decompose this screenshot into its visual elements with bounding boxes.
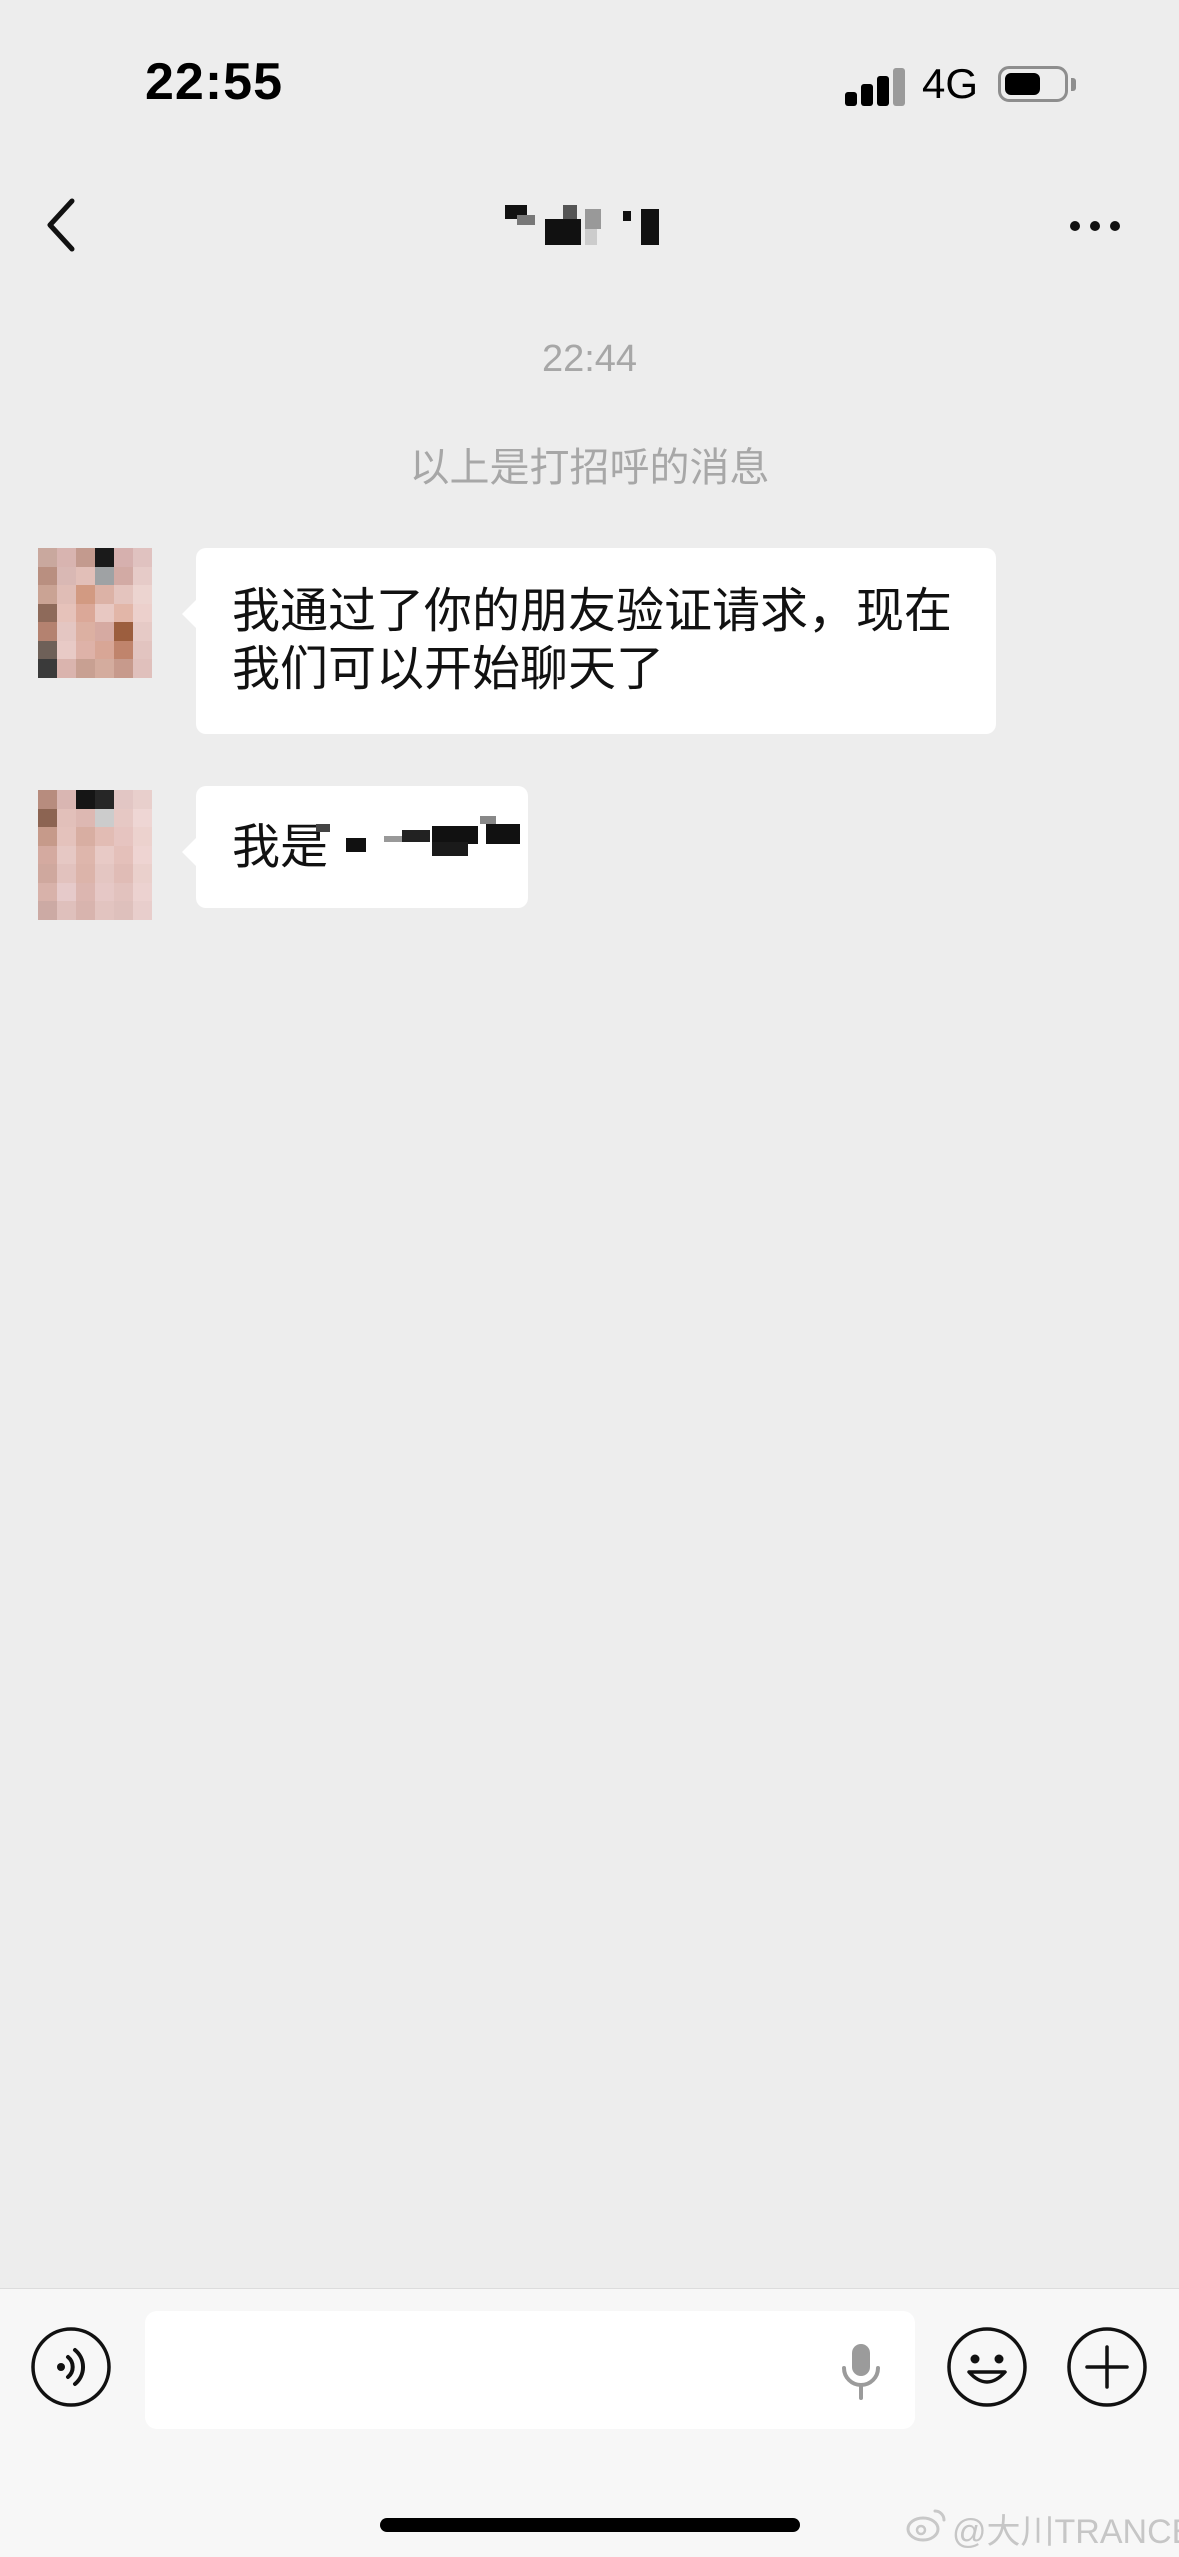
system-note: 以上是打招呼的消息 [409, 445, 770, 491]
network-type: 4G [922, 60, 979, 107]
message-bubble[interactable]: 我是 [182, 786, 528, 908]
voice-mode-icon[interactable] [30, 2326, 112, 2408]
message-text: 我通过了你的朋友验证请求，现在我们可以开始聊天了 [232, 583, 953, 697]
signal-strength-icon [845, 68, 905, 106]
home-indicator[interactable] [380, 2518, 800, 2532]
message-text: 我是 [232, 819, 329, 875]
weibo-logo-icon [906, 2509, 946, 2542]
status-time: 22:55 [145, 53, 283, 111]
message-timestamp: 22:44 [541, 338, 638, 380]
battery-icon [998, 66, 1068, 102]
emoji-icon[interactable] [946, 2326, 1028, 2408]
message-input[interactable] [145, 2311, 915, 2429]
more-options-icon[interactable] [1060, 208, 1130, 244]
chat-title-redacted [505, 205, 665, 245]
watermark-text: @大川TRANCE [952, 2513, 1179, 2551]
battery-tip [1071, 78, 1076, 91]
back-chevron-icon[interactable] [38, 195, 88, 255]
microphone-icon[interactable] [838, 2342, 884, 2402]
contact-avatar[interactable] [38, 790, 152, 920]
contact-avatar[interactable] [38, 548, 152, 678]
plus-circle-icon[interactable] [1066, 2326, 1148, 2408]
message-bubble[interactable]: 我通过了你的朋友验证请求，现在我们可以开始聊天了 [182, 548, 996, 734]
